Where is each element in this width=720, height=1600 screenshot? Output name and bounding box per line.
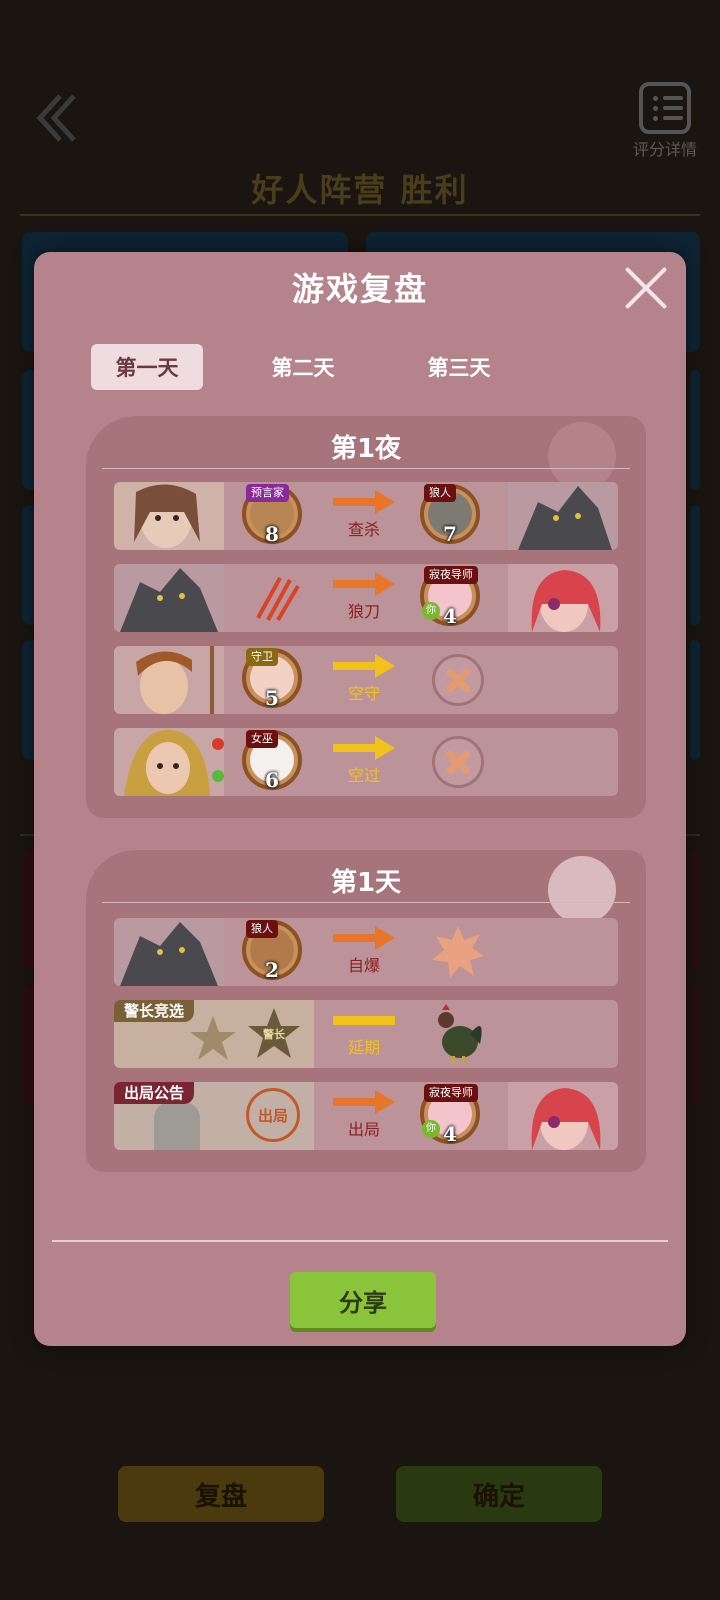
seat-number: 7 xyxy=(443,522,457,546)
sheriff-badge-text: 警长 xyxy=(263,1028,285,1041)
arrow-right-icon xyxy=(333,654,395,678)
action: 延期 xyxy=(324,1008,404,1064)
action-label: 出局 xyxy=(347,1120,380,1139)
action-label: 查杀 xyxy=(347,520,380,539)
actor-avatar: 女巫 6 xyxy=(242,730,302,792)
event-row: 狼刀 寂夜导师 你 4 xyxy=(114,564,618,632)
role-badge: 寂夜导师 xyxy=(424,566,478,584)
role-badge: 狼人 xyxy=(246,920,278,938)
action: 狼刀 xyxy=(324,572,404,628)
score-detail-button[interactable]: 评分详情 xyxy=(620,82,710,162)
day-section: 第1天 狼人 2 自爆 警长 警长竞选 延期 出局 出局公告 出局 寂夜导师 你… xyxy=(86,850,646,1172)
role-badge: 守卫 xyxy=(246,648,278,666)
score-detail-label: 评分详情 xyxy=(632,140,697,159)
role-badge: 女巫 xyxy=(246,730,278,748)
action-label: 自爆 xyxy=(347,956,380,975)
player-portrait xyxy=(508,1082,618,1150)
rooster-icon xyxy=(430,1004,486,1064)
seat-number: 2 xyxy=(265,958,279,982)
seer-portrait xyxy=(114,482,224,550)
modal-title: 游戏复盘 xyxy=(291,270,428,308)
action: 查杀 xyxy=(324,490,404,546)
event-row: 出局 出局公告 出局 寂夜导师 你 4 xyxy=(114,1082,618,1150)
werewolf-portrait xyxy=(508,482,618,550)
arrow-right-icon xyxy=(333,1090,395,1114)
target-avatar: 寂夜导师 你 4 xyxy=(420,566,480,628)
action-label: 空守 xyxy=(347,684,380,703)
actor-avatar: 狼人 2 xyxy=(242,920,302,982)
out-stamp: 出局 xyxy=(246,1088,300,1142)
arrow-right-icon xyxy=(333,736,395,760)
arrow-right-icon xyxy=(333,572,395,596)
target-avatar: 寂夜导师 你 4 xyxy=(420,1084,480,1146)
dash-arrow-icon xyxy=(333,1008,395,1032)
action: 空过 xyxy=(324,736,404,792)
player-card xyxy=(690,640,700,760)
list-icon xyxy=(639,82,691,134)
close-button[interactable] xyxy=(624,266,668,310)
sheriff-election-banner: 警长竞选 xyxy=(114,1000,195,1022)
result-title: 好人阵营 胜利 xyxy=(251,171,469,209)
actor-avatar: 守卫 5 xyxy=(242,648,302,710)
action-label: 空过 xyxy=(347,766,380,785)
tab-day-3[interactable]: 第三天 xyxy=(403,344,515,390)
divider xyxy=(52,1240,668,1242)
witch-portrait xyxy=(114,728,224,796)
divider xyxy=(20,214,700,216)
claw-icon xyxy=(250,574,300,622)
arrow-right-icon xyxy=(333,926,395,950)
arrow-right-icon xyxy=(333,490,395,514)
back-button[interactable] xyxy=(30,90,86,146)
action: 出局 xyxy=(324,1090,404,1146)
confirm-button[interactable]: 确定 xyxy=(396,1466,602,1522)
divider xyxy=(102,468,630,469)
player-portrait xyxy=(508,564,618,632)
double-chevron-left-icon xyxy=(36,94,76,142)
action: 自爆 xyxy=(324,926,404,982)
sheriff-badge-icon: 警长 xyxy=(246,1006,302,1062)
action: 空守 xyxy=(324,654,404,710)
action-label: 延期 xyxy=(347,1038,380,1057)
sheriff-star-icon xyxy=(188,1014,238,1064)
none-x-icon xyxy=(432,736,484,788)
seat-number: 8 xyxy=(265,522,279,546)
role-badge: 预言家 xyxy=(246,484,289,502)
role-badge: 寂夜导师 xyxy=(424,1084,478,1102)
section-title: 第1夜 xyxy=(330,434,402,464)
event-row: 预言家 8 查杀 狼人 7 xyxy=(114,482,618,550)
player-card xyxy=(690,370,700,490)
none-x-icon xyxy=(432,654,484,706)
out-announcement-banner: 出局公告 xyxy=(114,1082,195,1104)
actor-avatar: 预言家 8 xyxy=(242,484,302,546)
tombstone-icon xyxy=(154,1102,200,1150)
guard-portrait xyxy=(114,646,224,714)
divider xyxy=(102,902,630,903)
target-avatar: 狼人 7 xyxy=(420,484,480,546)
section-title: 第1天 xyxy=(330,868,402,898)
player-card xyxy=(690,505,700,625)
share-button[interactable]: 分享 xyxy=(290,1272,436,1328)
seat-number: 6 xyxy=(265,768,279,792)
event-row: 守卫 5 空守 xyxy=(114,646,618,714)
werewolf-portrait xyxy=(114,918,224,986)
tab-day-2[interactable]: 第二天 xyxy=(247,344,359,390)
event-row: 女巫 6 空过 xyxy=(114,728,618,796)
werewolf-portrait xyxy=(114,564,224,632)
tab-day-1[interactable]: 第一天 xyxy=(91,344,203,390)
event-row: 警长 警长竞选 延期 xyxy=(114,1000,618,1068)
action-label: 狼刀 xyxy=(347,602,380,621)
player-card xyxy=(690,850,700,970)
seat-number: 5 xyxy=(265,686,279,710)
explosion-icon xyxy=(430,924,486,980)
role-badge: 狼人 xyxy=(424,484,456,502)
night-section: 第1夜 预言家 8 查杀 狼人 7 狼刀 寂夜导师 你 4 守卫 5 空守 女巫… xyxy=(86,416,646,818)
seat-number: 4 xyxy=(443,604,457,628)
event-row: 狼人 2 自爆 xyxy=(114,918,618,986)
seat-number: 4 xyxy=(443,1122,457,1146)
player-card xyxy=(690,985,700,1105)
review-button[interactable]: 复盘 xyxy=(118,1466,324,1522)
